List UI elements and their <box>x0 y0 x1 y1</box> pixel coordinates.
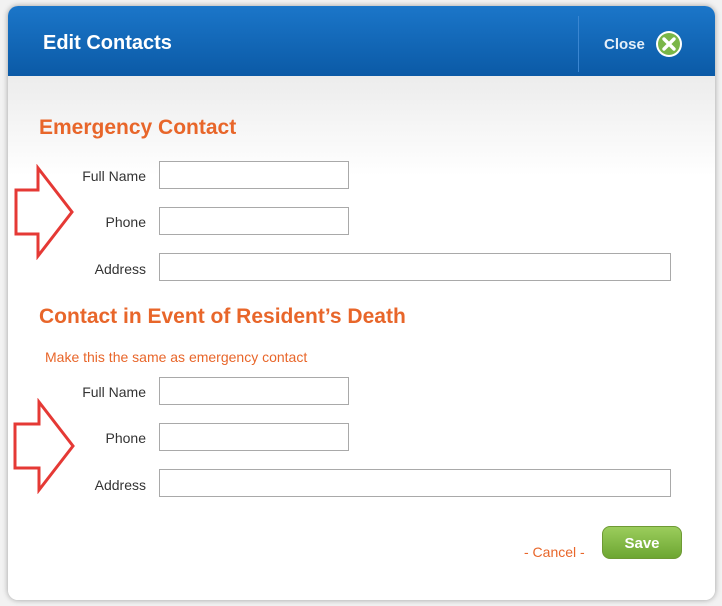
death-phone-label: Phone <box>105 430 146 446</box>
death-address-input[interactable] <box>159 469 671 497</box>
emergency-section-title: Emergency Contact <box>39 116 237 139</box>
death-full-name-label: Full Name <box>82 384 146 400</box>
emergency-phone-input[interactable] <box>159 207 349 235</box>
modal-body: Emergency Contact Full Name Phone Addres… <box>8 76 715 600</box>
close-button[interactable]: Close <box>598 28 694 60</box>
save-button[interactable]: Save <box>602 526 682 559</box>
close-icon <box>655 31 682 57</box>
same-as-emergency-link[interactable]: Make this the same as emergency contact <box>45 349 307 365</box>
modal-header: Edit Contacts Close <box>8 6 715 76</box>
emergency-address-input[interactable] <box>159 253 671 281</box>
emergency-full-name-label: Full Name <box>82 168 146 184</box>
emergency-address-label: Address <box>94 261 146 277</box>
death-address-label: Address <box>94 477 146 493</box>
modal-title: Edit Contacts <box>43 32 172 54</box>
emergency-phone-label: Phone <box>105 214 146 230</box>
emergency-full-name-input[interactable] <box>159 161 349 189</box>
death-full-name-input[interactable] <box>159 377 349 405</box>
death-section-title: Contact in Event of Resident’s Death <box>39 305 406 328</box>
death-phone-input[interactable] <box>159 423 349 451</box>
header-divider <box>578 16 579 72</box>
edit-contacts-modal: Edit Contacts Close Emergency Contact Fu… <box>8 6 715 600</box>
close-label: Close <box>604 35 645 53</box>
cancel-link[interactable]: - Cancel - <box>524 544 585 560</box>
